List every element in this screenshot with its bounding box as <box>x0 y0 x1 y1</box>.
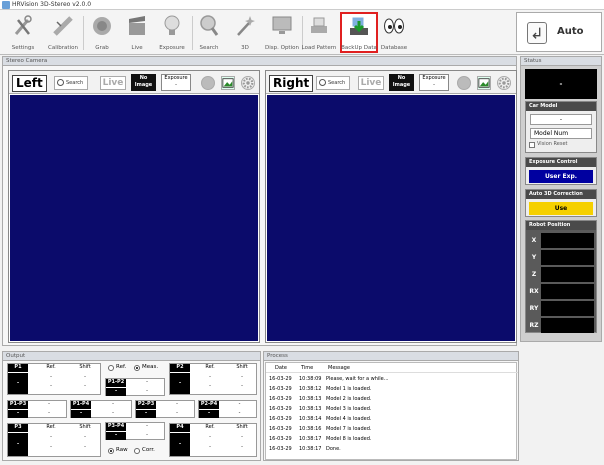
right-record-icon[interactable] <box>457 76 471 90</box>
robot-position-title: Robot Position <box>526 221 596 230</box>
return-arrow-icon <box>527 22 547 44</box>
right-search-button[interactable]: Search <box>316 76 350 90</box>
backup-download-icon <box>350 16 368 35</box>
left-camera-label: Left <box>12 75 47 92</box>
auto-mode-button[interactable]: Auto <box>516 12 602 52</box>
left-search-button[interactable]: Search <box>54 76 88 90</box>
right-exposure-box: Exposure - <box>419 74 449 91</box>
right-camera-toolbar: Right Search Live No Image Exposure - <box>266 71 516 94</box>
right-camera-pane: Right Search Live No Image Exposure - <box>265 70 517 343</box>
right-image-icon[interactable] <box>477 76 491 90</box>
magnifier-icon <box>200 15 219 36</box>
stereo-camera-title: Stereo Camera <box>3 57 516 66</box>
car-model-box: Car Model - Model Num Vision Reset <box>525 101 597 153</box>
left-camera-pane: Left Search Live No Image Exposure - <box>8 70 260 343</box>
ref-radio[interactable] <box>108 365 114 371</box>
settings-button[interactable]: Settings <box>4 12 42 53</box>
right-no-image-indicator: No Image <box>389 74 414 91</box>
eyes-icon <box>384 18 404 34</box>
exposure-control-title: Exposure Control <box>526 158 596 167</box>
p2-p3-block: P2-P3 - - - <box>135 400 195 418</box>
process-log-row: 16-03-29 10:38:12 Model 1 is loaded. <box>269 386 372 392</box>
calibration-button[interactable]: Calibration <box>44 12 82 53</box>
lightbulb-icon <box>164 15 180 35</box>
process-log-row: 16-03-29 10:38:13 Model 2 is loaded. <box>269 396 372 402</box>
robot-position-z: Z <box>528 267 604 282</box>
robot-position-rx: RX <box>528 284 604 299</box>
car-model-title: Car Model <box>526 102 596 111</box>
app-title: HRVision 3D-Stereo v2.0.0 <box>12 1 92 8</box>
status-panel: Status - Car Model - Model Num Vision Re… <box>520 56 602 342</box>
model-num-field[interactable]: Model Num <box>530 128 592 139</box>
search-icon <box>57 79 64 86</box>
vision-reset-checkbox[interactable] <box>529 142 535 148</box>
process-log-row: 16-03-29 10:38:16 Model 7 is loaded. <box>269 426 372 432</box>
stereo-camera-panel: Stereo Camera Left Search Live No Image E… <box>2 56 517 346</box>
process-log-row: 16-03-29 10:38:13 Model 3 is loaded. <box>269 406 372 412</box>
scanner-icon <box>311 17 327 33</box>
p1-block: P1 Ref. Shift - - - - - <box>7 363 101 395</box>
right-settings-gear-icon[interactable] <box>497 76 511 90</box>
left-record-icon[interactable] <box>201 76 215 90</box>
use-button[interactable]: Use <box>529 202 593 215</box>
p2-block: P2 Ref. Shift - - - - - <box>169 363 257 395</box>
left-camera-toolbar: Left Search Live No Image Exposure - <box>9 71 259 94</box>
magic-wand-icon <box>237 16 255 36</box>
p1-p4-block: P1-P4 - - - <box>70 400 132 418</box>
process-log-row: 16-03-29 10:38:14 Model 4 is loaded. <box>269 416 372 422</box>
robot-position-ry: RY <box>528 301 604 316</box>
title-bar: HRVision 3D-Stereo v2.0.0 <box>0 0 604 10</box>
p3-block: P3 Ref. Shift - - - - - <box>7 423 101 457</box>
p3-p4-block: P3-P4 - - - <box>105 422 165 440</box>
database-button[interactable]: Database <box>375 12 413 53</box>
robot-position-rz: RZ <box>528 318 604 333</box>
auto-3d-correction-box: Auto 3D Correction Use <box>525 189 597 217</box>
left-settings-gear-icon[interactable] <box>241 76 255 90</box>
user-exp-button[interactable]: User Exp. <box>529 170 593 183</box>
p4-block: P4 Ref. Shift - - - - - <box>169 423 257 457</box>
left-camera-view[interactable] <box>10 95 258 341</box>
process-log-row: 16-03-29 10:38:09 Please, wait for a while… <box>269 376 389 382</box>
process-log-table[interactable]: Date Time Message 16-03-29 10:38:09 Please… <box>265 362 518 460</box>
load-pattern-button[interactable]: Load Pattern <box>300 12 338 53</box>
corr-radio[interactable] <box>134 448 140 454</box>
vision-reset-label: Vision Reset <box>537 141 568 147</box>
process-panel: Process Date Time Message 16-03-29 10:38:… <box>263 351 519 461</box>
toolbar: Settings Calibration Grab Live Exposure … <box>0 10 604 55</box>
output-title: Output <box>3 352 260 361</box>
process-log-row: 16-03-29 10:38:17 Model 8 is loaded. <box>269 436 372 442</box>
right-camera-view[interactable] <box>267 95 515 341</box>
process-log-header: Date Time Message <box>266 363 518 373</box>
status-display: - <box>525 69 597 99</box>
right-live-button[interactable]: Live <box>358 76 384 90</box>
auto-3d-correction-title: Auto 3D Correction <box>526 190 596 199</box>
output-panel: Output P1 Ref. Shift - - - - - Ref. Meas… <box>2 351 261 461</box>
app-icon <box>2 1 10 9</box>
search-icon <box>319 79 326 86</box>
p2-p4-block: P2-P4 - - - <box>198 400 257 418</box>
exposure-control-box: Exposure Control User Exp. <box>525 157 597 185</box>
p1-p3-block: P1-P3 - - - <box>7 400 67 418</box>
process-log-row: 16-03-29 10:38:17 Done. <box>269 446 341 452</box>
raw-radio[interactable] <box>108 448 114 454</box>
p1-p2-block: P1-P2 - - - <box>105 378 165 396</box>
left-image-icon[interactable] <box>221 76 235 90</box>
monitor-icon <box>272 16 292 34</box>
left-exposure-box: Exposure - <box>161 74 191 91</box>
camera-lens-icon <box>93 17 111 35</box>
ruler-icon <box>53 16 73 36</box>
tools-icon <box>14 15 32 35</box>
clapperboard-icon <box>129 16 145 35</box>
process-title: Process <box>264 352 518 361</box>
robot-position-x: X <box>528 233 604 248</box>
robot-position-y: Y <box>528 250 604 265</box>
status-title: Status <box>521 57 601 66</box>
left-live-button[interactable]: Live <box>100 76 126 90</box>
robot-position-box: Robot Position X Y Z RX RY RZ <box>525 220 597 333</box>
left-no-image-indicator: No Image <box>131 74 156 91</box>
meas-radio[interactable] <box>134 365 140 371</box>
car-model-value: - <box>530 114 592 125</box>
right-camera-label: Right <box>269 75 314 92</box>
